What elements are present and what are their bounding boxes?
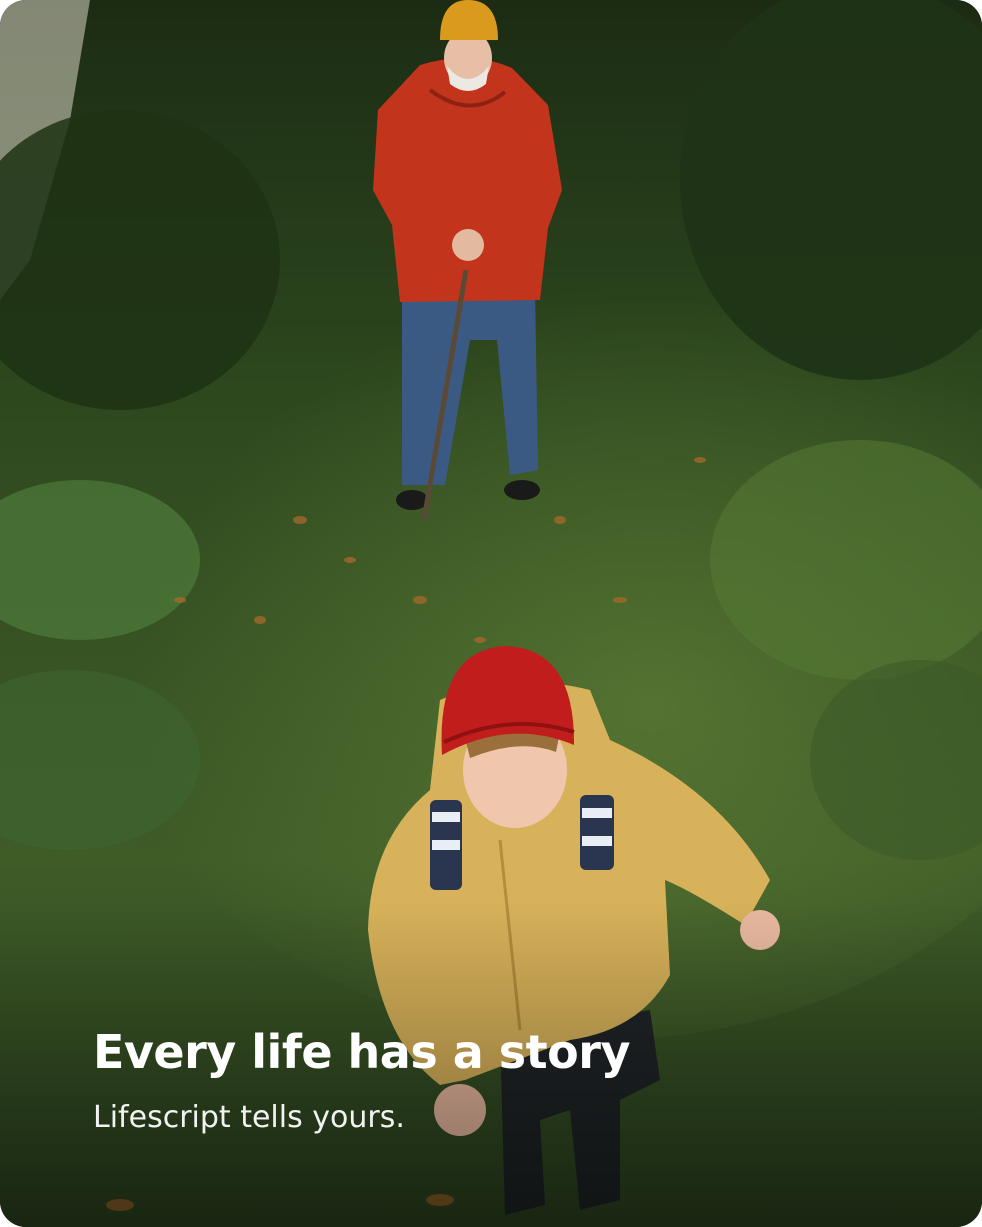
hero-subline: Lifescript tells yours. [93, 1100, 405, 1135]
hero-text: Every life has a story Lifescript tells … [93, 1024, 630, 1136]
hero-headline: Every life has a story [93, 1025, 630, 1079]
hero-card: Every life has a story Lifescript tells … [0, 0, 982, 1227]
